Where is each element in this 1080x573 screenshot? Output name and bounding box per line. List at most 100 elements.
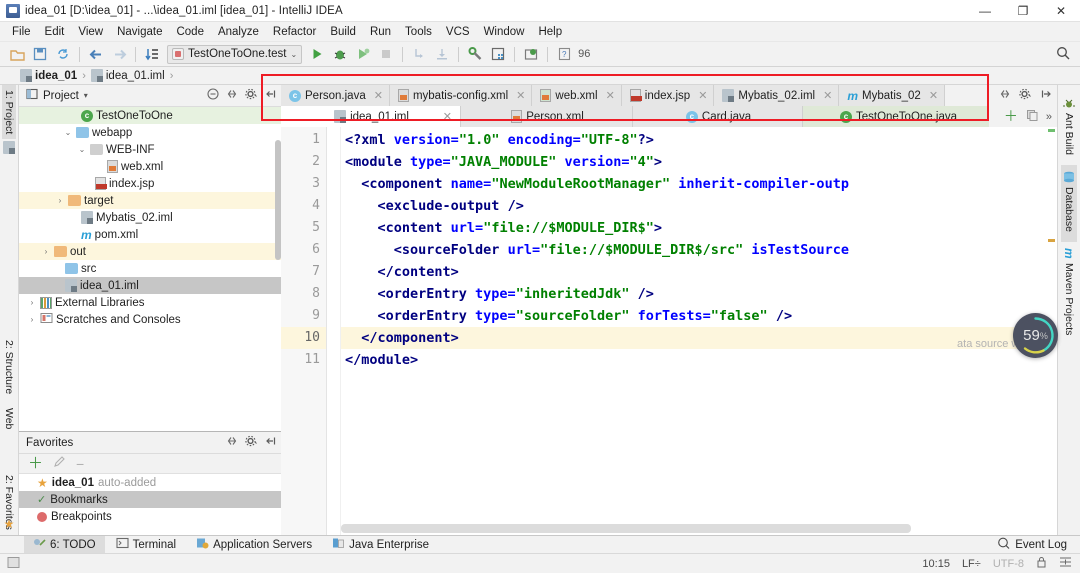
bottom-tab-terminal[interactable]: Terminal [107, 536, 185, 554]
chevron-down-icon-2[interactable]: ⌄ [77, 145, 87, 154]
breadcrumb-item-module[interactable]: idea_01 [18, 69, 79, 82]
hide-panel-icon-fav[interactable] [265, 435, 277, 450]
sidebar-item-maven-projects[interactable]: m Maven Projects [1060, 242, 1078, 345]
code-line-3[interactable]: <component name="NewModuleRootManager" i… [341, 173, 1045, 195]
sidebar-item-structure[interactable]: 2: Structure [2, 335, 16, 399]
project-structure-icon[interactable] [487, 44, 509, 65]
stop-icon[interactable] [375, 44, 397, 65]
debug-icon[interactable] [329, 44, 351, 65]
sidebar-item-ant-build[interactable]: Ant Build [1061, 91, 1077, 165]
step-icon[interactable] [408, 44, 430, 65]
run-icon[interactable] [306, 44, 328, 65]
more-icon[interactable]: » [1046, 111, 1052, 123]
forward-arrow-icon[interactable] [108, 44, 130, 65]
menu-tools[interactable]: Tools [398, 23, 439, 41]
search-everywhere-icon[interactable] [1056, 46, 1070, 63]
code-line-8[interactable]: <orderEntry type="inheritedJdk" /> [341, 283, 1045, 305]
close-icon-idea01-iml[interactable]: ✕ [443, 110, 452, 123]
file-encoding[interactable]: UTF-8 [993, 558, 1024, 570]
tab-index-jsp[interactable]: index.jsp ✕ [621, 85, 715, 106]
help-icon[interactable]: ? [553, 44, 575, 65]
remove-icon[interactable]: − [76, 457, 84, 471]
tab-mybatis-config-xml[interactable]: mybatis-config.xml ✕ [389, 85, 533, 106]
collapse-all-icon[interactable] [207, 88, 219, 103]
gear-icon-editor[interactable] [1019, 88, 1032, 103]
sidebar-item-database[interactable]: Database [1061, 165, 1077, 242]
close-icon-web-xml[interactable]: ✕ [606, 89, 615, 102]
breadcrumb-item-file[interactable]: idea_01.iml [89, 69, 167, 82]
close-icon-mybatis-config[interactable]: ✕ [516, 89, 525, 102]
project-panel-caret[interactable]: ▾ [84, 91, 88, 100]
close-icon-mybatis02[interactable]: ✕ [929, 89, 938, 102]
code-line-7[interactable]: </content> [341, 261, 1045, 283]
caret-position[interactable]: 10:15 [922, 558, 950, 570]
tab-idea01-iml[interactable]: idea_01.iml ✕ [281, 106, 461, 127]
event-log-button[interactable]: Event Log [997, 537, 1067, 552]
hide-panel-icon[interactable] [265, 88, 277, 103]
close-icon-index-jsp[interactable]: ✕ [698, 89, 707, 102]
chevron-down-icon[interactable]: ⌄ [63, 128, 73, 137]
open-folder-icon[interactable] [6, 44, 28, 65]
menu-file[interactable]: File [5, 23, 38, 41]
favorites-item-idea01[interactable]: ★ idea_01 auto-added [19, 474, 281, 491]
expand-icon-fav[interactable] [226, 435, 238, 450]
line-separator[interactable]: LF÷ [962, 558, 981, 570]
chevron-right-icon-4[interactable]: › [27, 315, 37, 324]
code-line-10[interactable]: </component> [341, 327, 1045, 349]
tab-web-xml[interactable]: web.xml ✕ [532, 85, 622, 106]
sort-icon[interactable] [141, 44, 163, 65]
close-button[interactable]: ✕ [1042, 0, 1080, 22]
run-configuration-selector[interactable]: TestOneToOne.test ⌄ [167, 44, 303, 64]
chevron-right-icon[interactable]: › [55, 196, 65, 205]
sidebar-item-project[interactable]: 1: Project [2, 85, 16, 140]
code-line-11[interactable]: </module> [341, 349, 1045, 371]
tab-testonetoone-java[interactable]: c TestOneToOne.java [803, 106, 993, 127]
tree-item-mybatis02iml[interactable]: Mybatis_02.iml [19, 209, 281, 226]
bottom-tab-java-enterprise[interactable]: Java Enterprise [323, 536, 438, 554]
tab-mybatis02-iml[interactable]: Mybatis_02.iml ✕ [714, 85, 840, 106]
editor-horizontal-scrollbar[interactable] [341, 524, 911, 533]
gear-icon[interactable] [245, 88, 258, 103]
code-line-2[interactable]: <module type="JAVA_MODULE" version="4"> [341, 151, 1045, 173]
hide-panel-right-icon[interactable] [1040, 88, 1052, 103]
project-tree[interactable]: c TestOneToOne ⌄ webapp ⌄ WEB-INF web.xm… [19, 107, 281, 431]
chevron-right-icon-2[interactable]: › [41, 247, 51, 256]
tree-item-webapp[interactable]: ⌄ webapp [19, 124, 281, 141]
favorites-list[interactable]: ★ idea_01 auto-added ✓ Bookmarks Breakpo… [19, 474, 281, 535]
menu-code[interactable]: Code [169, 23, 211, 41]
menu-build[interactable]: Build [323, 23, 363, 41]
code-line-9[interactable]: <orderEntry type="sourceFolder" forTests… [341, 305, 1045, 327]
tree-item-testonetoone[interactable]: c TestOneToOne [19, 107, 281, 124]
menu-vcs[interactable]: VCS [439, 23, 477, 41]
sdk-icon[interactable] [520, 44, 542, 65]
tree-item-pomxml[interactable]: m pom.xml [19, 226, 281, 243]
tree-item-webxml[interactable]: web.xml [19, 158, 281, 175]
favorites-item-bookmarks[interactable]: ✓ Bookmarks [19, 491, 281, 508]
code-line-4[interactable]: <exclude-output /> [341, 195, 1045, 217]
menu-help[interactable]: Help [531, 23, 569, 41]
indent-icon[interactable] [1059, 556, 1072, 571]
maximize-button[interactable]: ❐ [1004, 0, 1042, 22]
chevron-right-icon-3[interactable]: › [27, 298, 37, 307]
tree-item-out[interactable]: › out [19, 243, 281, 260]
expand-icon[interactable] [226, 88, 238, 103]
tree-item-indexjsp[interactable]: index.jsp [19, 175, 281, 192]
tree-item-target[interactable]: › target [19, 192, 281, 209]
add-datasource-icon[interactable]: ＋ [1004, 109, 1018, 123]
menu-view[interactable]: View [71, 23, 110, 41]
menu-run[interactable]: Run [363, 23, 398, 41]
code-editor[interactable]: 1 2 3 4 5 6 7 8 9 10 11 <?xml version="1… [281, 127, 1057, 535]
tree-item-external-libraries[interactable]: › External Libraries [19, 294, 281, 311]
back-arrow-icon[interactable] [85, 44, 107, 65]
menu-window[interactable]: Window [477, 23, 532, 41]
tab-mybatis02[interactable]: m Mybatis_02 ✕ [839, 85, 946, 106]
favorites-item-breakpoints[interactable]: Breakpoints [19, 508, 281, 525]
gear-icon-fav[interactable] [245, 435, 258, 450]
run-coverage-icon[interactable] [352, 44, 374, 65]
close-icon-person-java[interactable]: ✕ [374, 89, 383, 102]
step-into-icon[interactable] [431, 44, 453, 65]
bottom-tab-application-servers[interactable]: Application Servers [187, 536, 321, 554]
code-line-6[interactable]: <sourceFolder url="file://$MODULE_DIR$/s… [341, 239, 1045, 261]
tab-person-xml[interactable]: Person.xml [461, 106, 633, 127]
status-widget-icon[interactable] [7, 556, 20, 572]
